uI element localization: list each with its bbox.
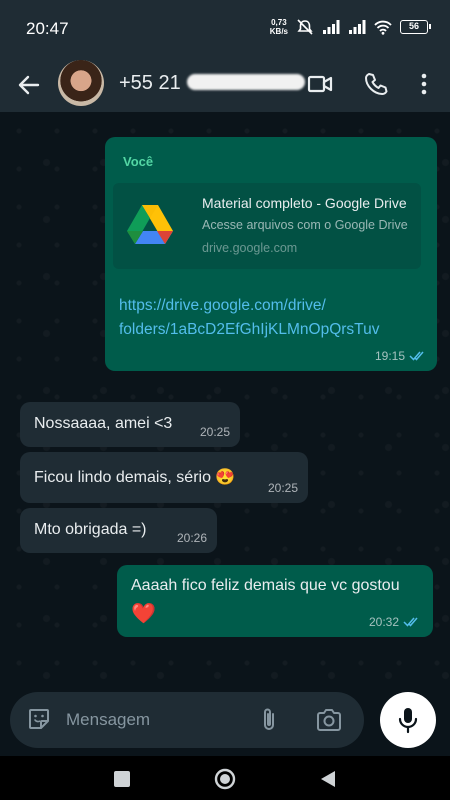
net-speed-value: 0,73 <box>271 18 287 27</box>
message-text: Nossaaaa, amei <3 <box>34 415 173 432</box>
message-bubble-incoming[interactable]: Nossaaaa, amei <3 20:25 <box>20 402 240 447</box>
message-time: 20:26 <box>176 531 207 545</box>
redacted-number <box>186 74 305 90</box>
microphone-icon <box>398 708 418 734</box>
nav-home-icon[interactable] <box>213 767 237 791</box>
message-time: 20:25 <box>199 425 230 439</box>
message-bubble-outgoing[interactable]: Aaaah fico feliz demais que vc gostou ❤️… <box>117 565 433 637</box>
link-description: Acesse arquivos com o Google Drive <box>202 218 408 232</box>
avatar[interactable] <box>58 60 104 106</box>
nav-recents-icon[interactable] <box>112 769 132 789</box>
battery-icon: 56 <box>400 20 431 34</box>
message-input-box[interactable] <box>10 692 364 748</box>
chat-header: +55 21 <box>0 60 450 112</box>
signal-icon-2 <box>349 20 366 34</box>
link-domain: drive.google.com <box>202 241 298 255</box>
message-text: Mto obrigada =) <box>34 521 147 538</box>
message-time: 20:25 <box>267 481 298 495</box>
drive-link-line-1: https://drive.google.com/drive/ <box>119 297 326 314</box>
composer-bar <box>0 684 450 756</box>
status-bar: 20:47 0,73 KB/s 56 <box>0 0 450 60</box>
message-text: Aaaah fico feliz demais que vc gostou <box>131 577 400 594</box>
chat-area[interactable]: Você Material completo - Google Drive Ac… <box>0 112 450 684</box>
read-ticks-icon <box>403 617 418 627</box>
voice-call-icon[interactable] <box>362 70 390 98</box>
message-bubble-incoming[interactable]: Ficou lindo demais, sério 😍 20:25 <box>20 452 308 503</box>
message-input[interactable] <box>66 706 246 734</box>
read-ticks-icon <box>409 351 424 361</box>
video-call-icon[interactable] <box>306 70 334 98</box>
message-time: 19:15 <box>374 349 405 363</box>
message-time: 20:32 <box>368 615 399 629</box>
message-text: Ficou lindo demais, sério 😍 <box>34 469 236 486</box>
paperclip-icon[interactable] <box>256 706 282 734</box>
sender-name: Você <box>123 154 154 169</box>
network-speed: 0,73 KB/s <box>270 18 288 36</box>
net-speed-unit: KB/s <box>269 27 288 36</box>
message-bubble-incoming[interactable]: Mto obrigada =) 20:26 <box>20 508 217 553</box>
signal-icon <box>323 20 340 34</box>
heart-emoji: ❤️ <box>131 603 156 625</box>
link-title: Material completo - Google Drive <box>202 195 407 211</box>
camera-icon[interactable] <box>315 707 343 733</box>
message-bubble-outgoing-link[interactable]: Você Material completo - Google Drive Ac… <box>105 137 437 371</box>
mute-icon <box>297 19 313 35</box>
status-icons: 0,73 KB/s 56 <box>270 18 431 36</box>
link-preview-card[interactable]: Material completo - Google Drive Acesse … <box>113 183 421 269</box>
back-arrow-icon[interactable] <box>14 70 44 100</box>
more-options-icon[interactable] <box>410 70 438 98</box>
status-time: 20:47 <box>26 19 69 38</box>
system-nav-bar <box>0 756 450 800</box>
microphone-button[interactable] <box>380 692 436 748</box>
drive-link-line-2: folders/1aBcD2EfGhIjKLMnOpQrsTuv <box>119 321 380 338</box>
drive-link[interactable]: https://drive.google.com/drive/ folders/… <box>119 294 379 342</box>
message-meta: 20:32 <box>369 615 421 629</box>
sticker-icon[interactable] <box>26 706 52 732</box>
message-meta: 19:15 <box>375 349 427 363</box>
contact-name[interactable]: +55 21 <box>119 72 305 95</box>
contact-number: +55 21 <box>119 72 181 94</box>
google-drive-logo-icon <box>127 205 173 244</box>
nav-back-icon[interactable] <box>318 769 338 789</box>
wifi-icon <box>374 20 392 35</box>
